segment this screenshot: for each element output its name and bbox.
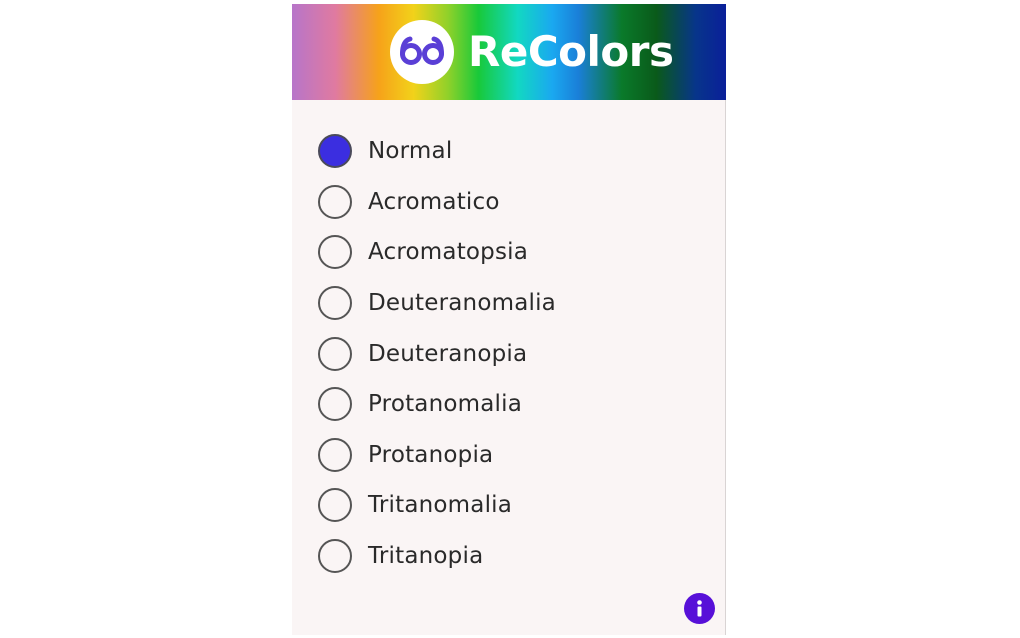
logo [390,20,454,84]
option-deuteranomalia[interactable]: Deuteranomalia [318,278,556,329]
option-label: Acromatopsia [368,239,529,266]
recolors-popup: ReColors Normal Acromatico Acromatopsia … [292,4,726,635]
option-protanopia[interactable]: Protanopia [318,430,556,481]
info-icon [697,600,702,617]
option-label: Tritanomalia [368,492,513,519]
radio-button[interactable] [318,488,352,523]
info-button[interactable] [684,593,715,624]
glasses-logo-icon [400,36,444,65]
radio-button[interactable] [318,235,352,270]
radio-button[interactable] [318,184,352,219]
option-label: Protanomalia [368,391,523,418]
option-acromatopsia[interactable]: Acromatopsia [318,227,556,278]
header-banner: ReColors [292,4,726,100]
option-label: Deuteranopia [368,340,528,367]
option-label: Protanopia [368,441,494,468]
option-normal[interactable]: Normal [318,126,556,177]
radio-button[interactable] [318,539,352,574]
radio-button-selected[interactable] [318,134,352,169]
option-label: Deuteranomalia [368,290,556,317]
color-mode-list: Normal Acromatico Acromatopsia Deuterano… [318,126,556,581]
radio-button[interactable] [318,387,352,422]
option-deuteranopia[interactable]: Deuteranopia [318,328,556,379]
option-tritanopia[interactable]: Tritanopia [318,531,556,582]
option-label: Acromatico [368,188,500,215]
radio-button[interactable] [318,336,352,371]
radio-button[interactable] [318,286,352,321]
brand-name: ReColors [468,27,674,76]
option-acromatico[interactable]: Acromatico [318,177,556,228]
radio-button[interactable] [318,437,352,472]
option-protanomalia[interactable]: Protanomalia [318,379,556,430]
option-label: Normal [368,138,453,165]
option-tritanomalia[interactable]: Tritanomalia [318,480,556,531]
option-label: Tritanopia [368,543,484,570]
